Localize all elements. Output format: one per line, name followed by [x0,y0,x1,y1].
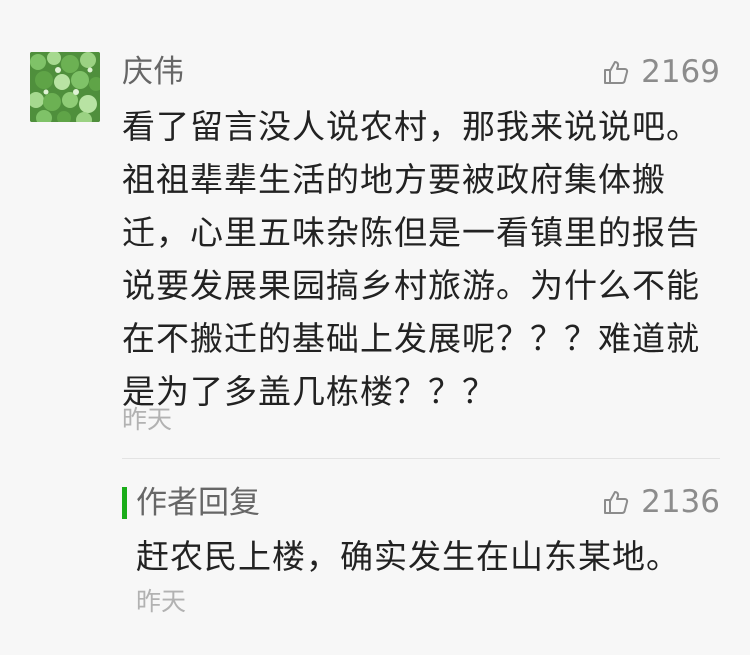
like-count: 2169 [641,54,720,90]
author-reply-label: 作者回复 [136,485,260,521]
username[interactable]: 庆伟 [122,52,184,92]
reply-timestamp: 昨天 [136,587,187,616]
comment-timestamp: 昨天 [122,405,173,434]
divider [122,458,720,459]
comment-card: 庆伟 2169 看了留言没人说农村，那我来说说吧。祖祖辈辈生活的地方要被政府集体… [0,0,750,655]
reply-accent-bar [122,487,127,519]
avatar[interactable] [30,52,100,122]
thumbs-up-icon [603,59,629,85]
comment-text: 看了留言没人说农村，那我来说说吧。祖祖辈辈生活的地方要被政府集体搬迁，心里五味杂… [122,107,700,411]
thumbs-up-icon [603,489,629,515]
like-button[interactable]: 2169 [603,52,720,92]
reply-like-count: 2136 [641,484,720,520]
reply-text: 赶农民上楼，确实发生在山东某地。 [136,537,680,576]
reply-like-button[interactable]: 2136 [603,482,720,522]
